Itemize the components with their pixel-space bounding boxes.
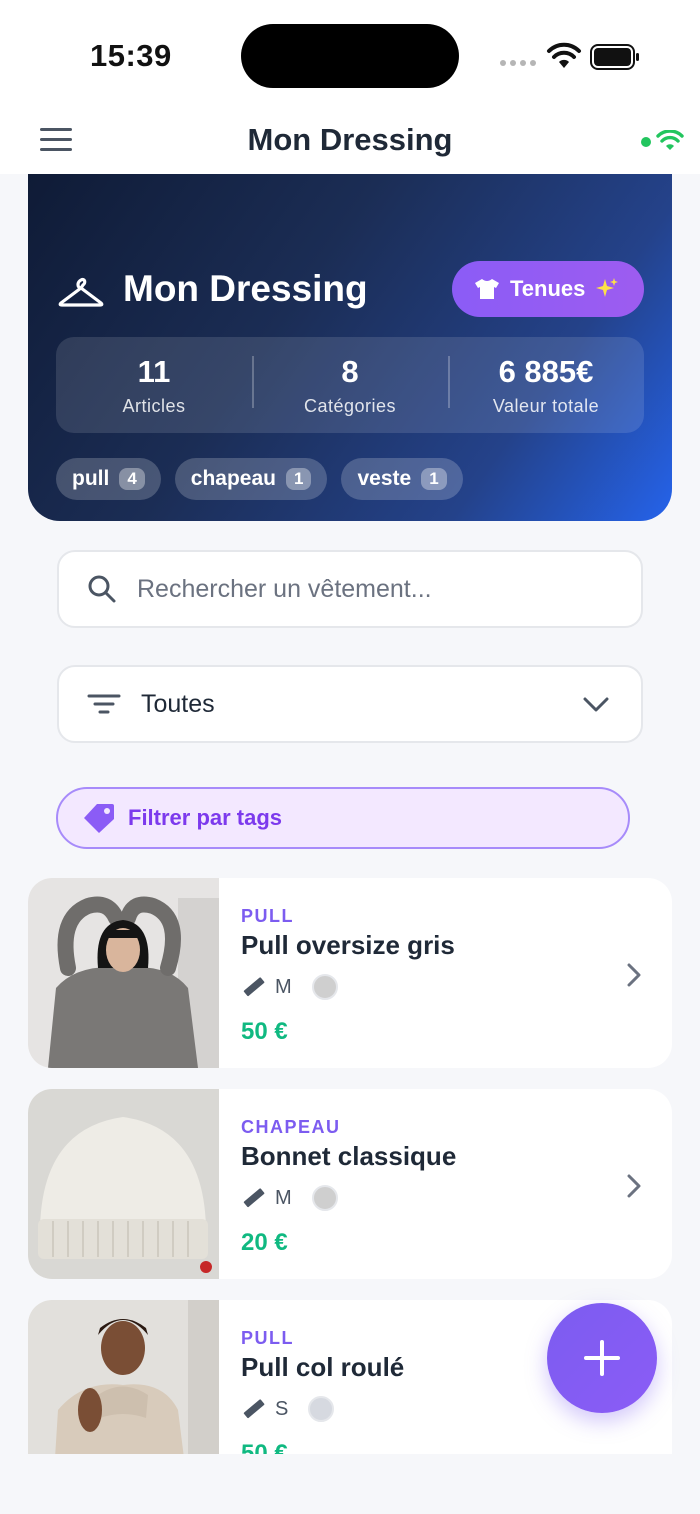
item-category: PULL <box>241 906 294 926</box>
wifi-icon <box>547 42 581 68</box>
item-size: M <box>275 975 292 998</box>
search-input[interactable] <box>137 574 577 604</box>
clothing-item-card[interactable]: PULL Pull oversize gris M 50 € <box>28 878 672 1068</box>
add-item-button[interactable] <box>547 1303 657 1413</box>
wardrobe-summary-card: Mon Dressing Tenues 11 Articles 8 Catégo… <box>28 174 672 521</box>
stats-panel: 11 Articles 8 Catégories 6 885€ Valeur t… <box>56 337 644 433</box>
filter-icon <box>87 694 121 714</box>
tag-chip-chapeau[interactable]: chapeau 1 <box>174 458 328 500</box>
tag-count-badge: 1 <box>421 468 447 490</box>
status-time: 15:39 <box>90 38 172 73</box>
tshirt-icon <box>475 279 499 299</box>
item-photo <box>28 1089 219 1279</box>
stat-value: 11 <box>137 353 171 389</box>
item-photo <box>28 878 219 1068</box>
stat-articles: 11 Articles <box>56 354 252 417</box>
connection-wifi-icon <box>656 130 684 150</box>
stat-total-value: 6 885€ Valeur totale <box>448 354 644 417</box>
ruler-icon <box>243 977 265 997</box>
item-name: Bonnet classique <box>241 1141 457 1171</box>
stat-value: 8 <box>341 353 359 389</box>
item-meta: M <box>241 974 338 1000</box>
online-status-dot <box>641 137 651 147</box>
stat-label: Catégories <box>303 395 397 416</box>
filter-by-tags-button[interactable]: Filtrer par tags <box>56 787 630 849</box>
tag-label: pull <box>72 467 110 490</box>
item-name: Pull col roulé <box>241 1352 405 1382</box>
item-category: PULL <box>241 1328 294 1348</box>
cellular-signal-icon <box>500 60 536 66</box>
clothing-item-card[interactable]: CHAPEAU Bonnet classique M 20 € <box>28 1089 672 1279</box>
outfits-button[interactable]: Tenues <box>452 261 644 317</box>
tag-chip-veste[interactable]: veste 1 <box>341 458 463 500</box>
item-size: S <box>275 1397 289 1420</box>
tag-icon <box>84 804 114 833</box>
stat-value: 6 885€ <box>498 353 594 389</box>
status-bar: 15:39 <box>0 0 700 110</box>
stat-categories: 8 Catégories <box>252 354 448 417</box>
tag-count-badge: 1 <box>286 468 312 490</box>
nav-title: Mon Dressing <box>247 122 453 157</box>
item-price: 50 € <box>241 1440 288 1454</box>
category-select[interactable]: Toutes <box>57 665 643 743</box>
nav-bar: Mon Dressing <box>0 110 700 174</box>
battery-icon <box>590 44 639 70</box>
tag-label: chapeau <box>190 467 276 490</box>
chevron-right-icon <box>627 963 641 987</box>
item-price: 50 € <box>241 1018 288 1045</box>
outfits-label: Tenues <box>510 276 586 301</box>
item-price: 20 € <box>241 1229 288 1256</box>
chevron-right-icon <box>627 1174 641 1198</box>
item-category: CHAPEAU <box>241 1117 341 1137</box>
hanger-icon <box>58 277 104 307</box>
item-size: M <box>275 1186 292 1209</box>
item-color-swatch <box>308 1396 335 1422</box>
search-field[interactable] <box>57 550 643 628</box>
tag-label: veste <box>357 467 412 490</box>
category-tag-row: pull 4 chapeau 1 veste 1 <box>56 458 463 500</box>
filter-by-tags-label: Filtrer par tags <box>128 805 283 830</box>
tag-count-badge: 4 <box>119 468 145 490</box>
dynamic-island <box>241 24 459 88</box>
ruler-icon <box>243 1188 265 1208</box>
item-name: Pull oversize gris <box>241 930 455 960</box>
item-color-swatch <box>311 1185 338 1211</box>
item-meta: M <box>241 1185 338 1211</box>
hero-title: Mon Dressing <box>123 268 368 309</box>
item-color-swatch <box>311 974 338 1000</box>
category-select-value: Toutes <box>141 689 215 718</box>
ruler-icon <box>243 1399 265 1419</box>
chevron-down-icon <box>583 697 609 712</box>
stat-label: Valeur totale <box>492 395 600 416</box>
search-icon <box>88 575 116 603</box>
item-photo <box>28 1300 219 1454</box>
sparkles-icon <box>596 278 619 297</box>
plus-icon <box>584 1340 620 1376</box>
tag-chip-pull[interactable]: pull 4 <box>56 458 161 500</box>
stat-label: Articles <box>122 395 186 416</box>
item-meta: S <box>241 1396 335 1422</box>
